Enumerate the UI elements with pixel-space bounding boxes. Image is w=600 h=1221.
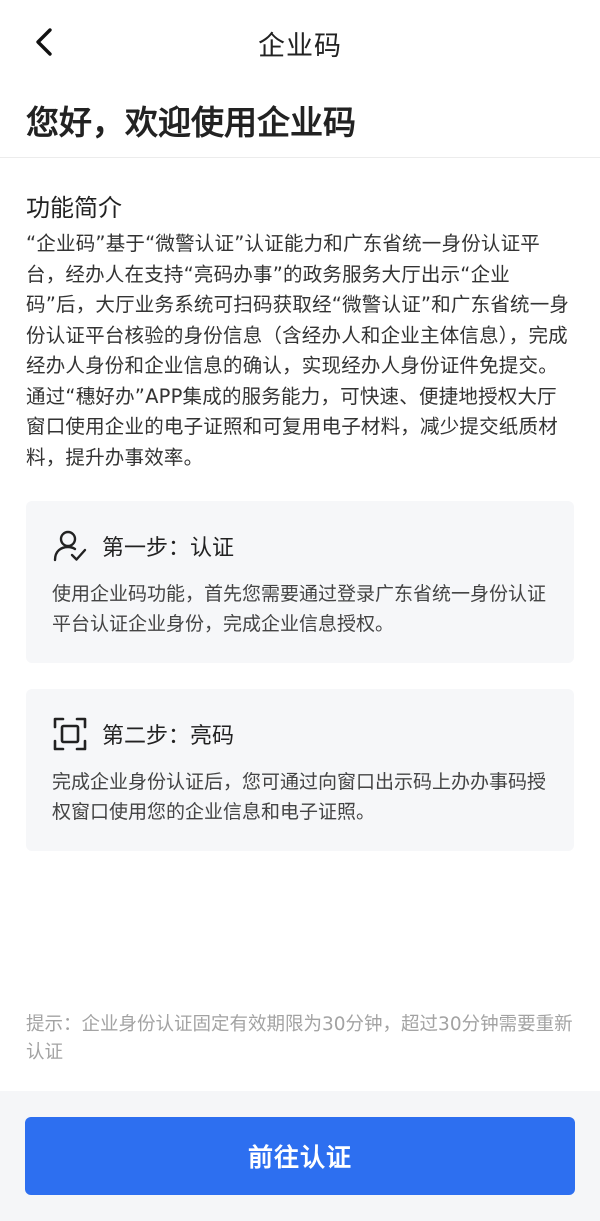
step-card-2: 第二步：亮码 完成企业身份认证后，您可通过向窗口出示码上办办事码授权窗口使用您的… [26,689,574,851]
step-card-1: 第一步：认证 使用企业码功能，首先您需要通过登录广东省统一身份认证平台认证企业身… [26,501,574,663]
intro-heading: 功能简介 [26,194,122,222]
back-button[interactable] [26,22,62,62]
step-description: 完成企业身份认证后，您可通过向窗口出示码上办办事码授权窗口使用您的企业信息和电子… [52,771,547,823]
scan-frame-icon [52,716,88,752]
step-card-header: 第一步：认证 [52,527,548,565]
intro-text: “企业码”基于“微警认证”认证能力和广东省统一身份认证平台，经办人在支持“亮码办… [26,232,570,469]
validity-tip: 提示：企业身份认证固定有效期限为30分钟，超过30分钟需要重新认证 [26,1014,573,1063]
user-check-icon [52,528,88,564]
step-card-header: 第二步：亮码 [52,715,548,753]
go-to-verify-button[interactable]: 前往认证 [25,1117,575,1195]
page-title: 企业码 [258,30,342,62]
step-description: 使用企业码功能，首先您需要通过登录广东省统一身份认证平台认证企业身份，完成企业信… [52,583,547,635]
nav-bar: 企业码 [0,0,600,86]
step-title: 第二步：亮码 [102,724,235,749]
step-title: 第一步：认证 [102,536,235,561]
chevron-left-icon [36,28,52,56]
main-content: 功能简介 “企业码”基于“微警认证”认证能力和广东省统一身份认证平台，经办人在支… [0,158,600,851]
welcome-heading: 您好，欢迎使用企业码 [0,86,600,158]
